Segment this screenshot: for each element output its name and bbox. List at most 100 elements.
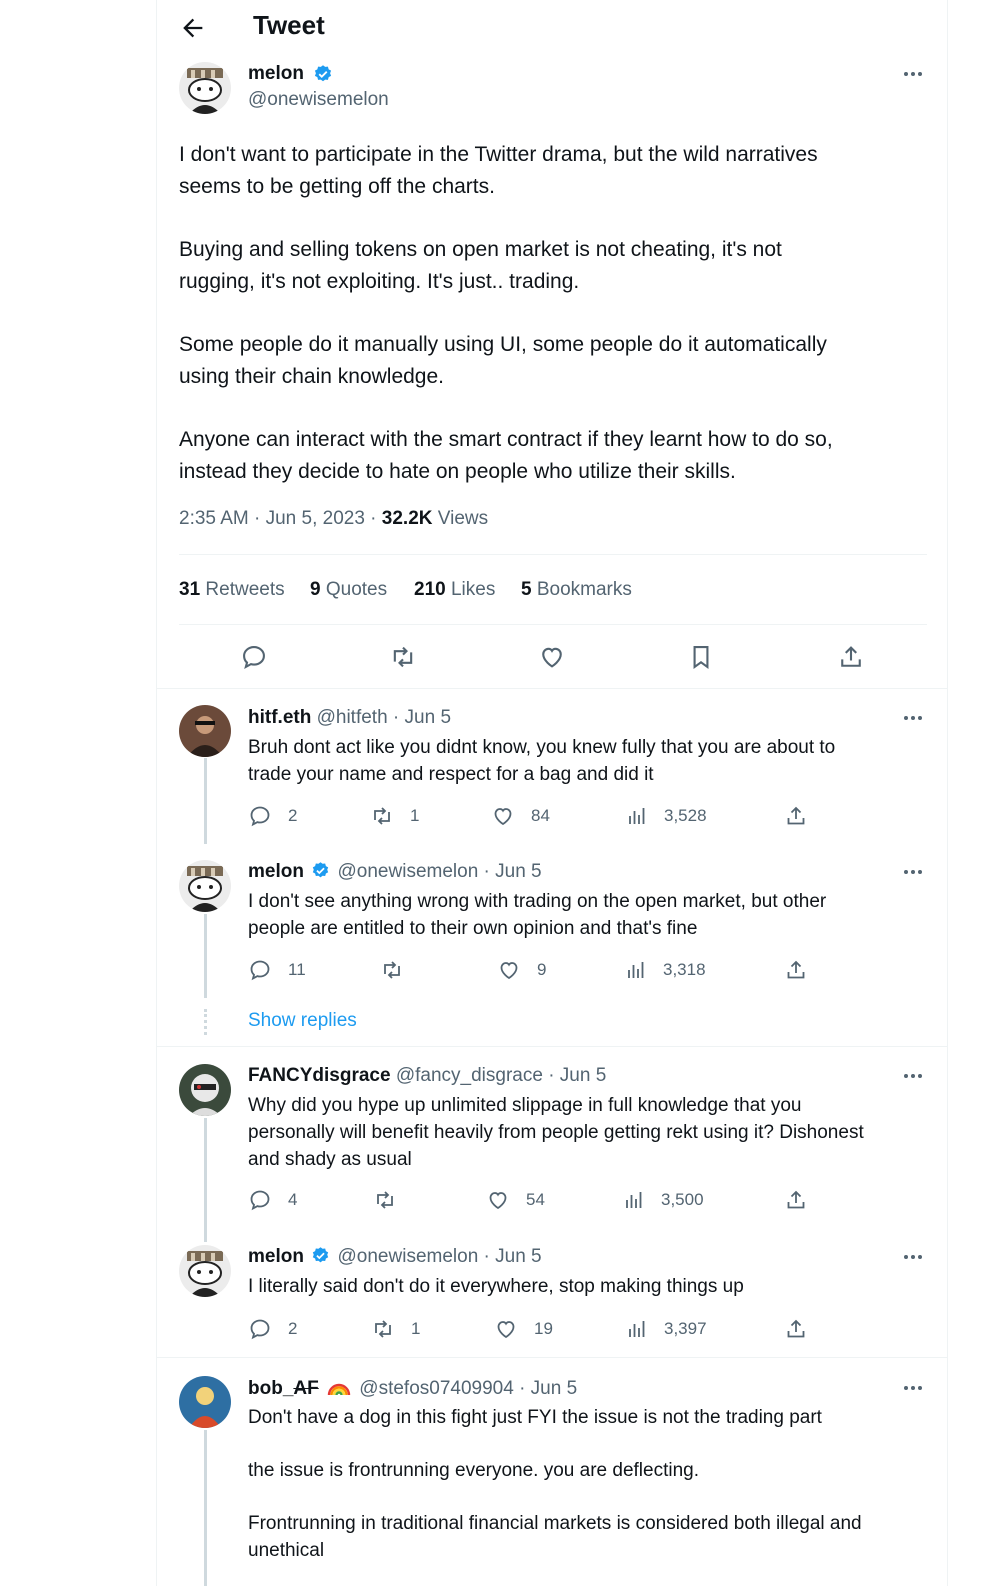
retweet-count: 1 — [411, 1319, 421, 1338]
reply-header: melon @onewisemelon · Jun 5 — [248, 861, 542, 886]
reply-header: melon @onewisemelon · Jun 5 — [248, 1246, 542, 1271]
reply-icon[interactable] — [240, 643, 268, 671]
like-icon[interactable] — [494, 1317, 518, 1341]
author-name[interactable]: melon — [248, 1246, 304, 1267]
author-handle[interactable]: @onewisemelon — [248, 89, 389, 111]
author-name[interactable]: melon — [248, 63, 304, 85]
reply-text-line: and shady as usual — [248, 1149, 412, 1170]
rainbow-icon — [327, 1377, 351, 1403]
reply-meta[interactable]: @hitfeth · Jun 5 — [317, 707, 451, 728]
like-count: 9 — [537, 960, 547, 979]
reply-count: 2 — [288, 1319, 298, 1338]
views-icon[interactable] — [625, 804, 649, 828]
retweet-icon[interactable] — [389, 643, 417, 671]
retweet-icon[interactable] — [380, 958, 404, 982]
back-arrow-icon[interactable] — [179, 14, 207, 42]
views-count: 3,318 — [663, 960, 706, 979]
bookmarks-stat[interactable]: 5 Bookmarks — [521, 579, 632, 601]
likes-stat[interactable]: 210 Likes — [414, 579, 495, 601]
share-icon[interactable] — [837, 643, 865, 671]
more-options-icon[interactable] — [901, 862, 925, 882]
views-count: 3,528 — [664, 806, 707, 825]
share-icon[interactable] — [784, 958, 808, 982]
reply-text-line: I literally said don't do it everywhere,… — [248, 1276, 744, 1297]
views-count: 3,500 — [661, 1190, 704, 1209]
reply-text-line: I don't see anything wrong with trading … — [248, 891, 827, 912]
divider — [179, 554, 927, 555]
verified-badge-icon — [313, 64, 333, 84]
reply-meta[interactable]: @onewisemelon · Jun 5 — [338, 1246, 542, 1267]
thread-dots — [204, 1009, 210, 1035]
views-icon[interactable] — [622, 1188, 646, 1212]
thread-line — [204, 1430, 207, 1586]
retweet-icon[interactable] — [373, 1188, 397, 1212]
share-icon[interactable] — [784, 1188, 808, 1212]
reply-icon[interactable] — [248, 1188, 272, 1212]
quotes-label: Quotes — [320, 579, 388, 600]
tweet-text-line: I don't want to participate in the Twitt… — [179, 143, 818, 166]
more-options-icon[interactable] — [901, 64, 925, 84]
share-icon[interactable] — [784, 804, 808, 828]
more-options-icon[interactable] — [901, 1378, 925, 1398]
more-options-icon[interactable] — [901, 708, 925, 728]
reply-text: I don't see anything wrong with trading … — [248, 888, 928, 942]
reply-text: I literally said don't do it everywhere,… — [248, 1273, 928, 1300]
like-count: 84 — [531, 806, 550, 825]
reply-text-line: Don't have a dog in this fight just FYI … — [248, 1407, 822, 1428]
like-icon[interactable] — [486, 1188, 510, 1212]
reply-count: 4 — [288, 1190, 298, 1209]
divider — [157, 688, 947, 689]
views-icon[interactable] — [624, 958, 648, 982]
reply-text-line: trade your name and respect for a bag an… — [248, 764, 654, 785]
like-icon[interactable] — [491, 804, 515, 828]
bookmarks-count: 5 — [521, 579, 532, 600]
avatar[interactable] — [179, 860, 231, 912]
more-options-icon[interactable] — [901, 1247, 925, 1267]
like-count: 54 — [526, 1190, 545, 1209]
thread-line — [204, 1118, 207, 1242]
verified-badge-icon — [311, 861, 330, 886]
quotes-stat[interactable]: 9 Quotes — [310, 579, 387, 601]
reply-text-line: Why did you hype up unlimited slippage i… — [248, 1095, 802, 1116]
author-name[interactable]: melon — [248, 861, 304, 882]
like-icon[interactable] — [538, 643, 566, 671]
views-icon[interactable] — [625, 1317, 649, 1341]
reply-icon[interactable] — [248, 804, 272, 828]
reply-icon[interactable] — [248, 1317, 272, 1341]
tweet-text-line: instead they decide to hate on people wh… — [179, 460, 736, 483]
tweet-text-line: Anyone can interact with the smart contr… — [179, 428, 833, 451]
like-icon[interactable] — [497, 958, 521, 982]
reply-header: bob_AF @stefos07409904 · Jun 5 — [248, 1377, 577, 1403]
reply-count: 11 — [288, 960, 306, 979]
retweets-label: Retweets — [200, 579, 285, 600]
more-options-icon[interactable] — [901, 1066, 925, 1086]
avatar[interactable] — [179, 1376, 231, 1428]
bookmark-icon[interactable] — [687, 643, 715, 671]
reply-meta[interactable]: @onewisemelon · Jun 5 — [338, 861, 542, 882]
views-count: 32.2K — [381, 508, 433, 529]
author-name[interactable]: bob_AF — [248, 1378, 319, 1399]
reply-icon[interactable] — [248, 958, 272, 982]
share-icon[interactable] — [784, 1317, 808, 1341]
divider — [179, 624, 927, 625]
avatar[interactable] — [179, 1064, 231, 1116]
reply-meta[interactable]: @stefos07409904 · Jun 5 — [359, 1378, 577, 1399]
page-title: Tweet — [253, 10, 325, 40]
author-name[interactable]: FANCYdisgrace — [248, 1065, 391, 1086]
reply-meta[interactable]: @fancy_disgrace · Jun 5 — [396, 1065, 606, 1086]
views-label: Views — [432, 508, 489, 529]
timestamp[interactable]: 2:35 AM · Jun 5, 2023 · — [179, 508, 382, 529]
retweets-stat[interactable]: 31 Retweets — [179, 579, 285, 601]
avatar[interactable] — [179, 1245, 231, 1297]
likes-count: 210 — [414, 579, 446, 600]
thread-line — [204, 914, 207, 998]
show-replies-link[interactable]: Show replies — [248, 1010, 357, 1032]
retweet-icon[interactable] — [370, 804, 394, 828]
reply-text: Why did you hype up unlimited slippage i… — [248, 1092, 938, 1173]
avatar[interactable] — [179, 705, 231, 757]
author-name[interactable]: hitf.eth — [248, 707, 311, 728]
retweet-icon[interactable] — [371, 1317, 395, 1341]
avatar[interactable] — [179, 62, 231, 114]
reply-text-line: personally will benefit heavily from peo… — [248, 1122, 864, 1143]
like-count: 19 — [534, 1319, 553, 1338]
